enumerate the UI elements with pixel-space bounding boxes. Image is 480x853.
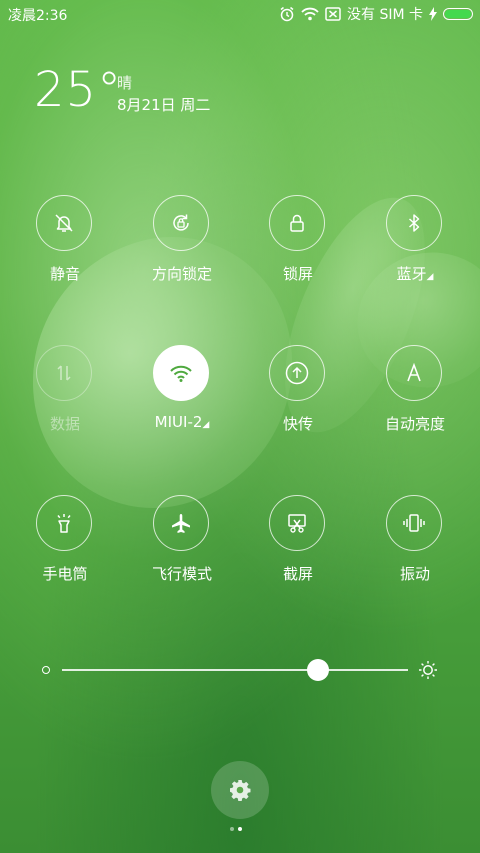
toggle-fast-transfer[interactable]: 快传 <box>243 345 353 455</box>
page-dot-active <box>238 827 242 831</box>
brightness-thumb[interactable] <box>307 659 330 681</box>
toggle-label: 振动 <box>399 565 430 583</box>
flashlight-icon <box>57 514 71 533</box>
toggle-mobile-data[interactable]: 数据 <box>10 345 120 455</box>
toggle-label: 方向锁定 <box>151 265 212 283</box>
auto-brightness-button[interactable] <box>386 345 442 401</box>
auto-brightness-icon <box>407 362 421 382</box>
toggle-lock-screen[interactable]: 锁屏 <box>243 195 353 305</box>
charging-icon <box>429 7 437 21</box>
toggle-label: 锁屏 <box>282 265 313 283</box>
fast-transfer-button[interactable] <box>269 345 325 401</box>
toggle-label: 静音 <box>49 265 80 283</box>
fast-transfer-icon <box>285 361 309 385</box>
toggle-flashlight[interactable]: 手电筒 <box>10 495 120 605</box>
airplane-mode-button[interactable] <box>153 495 209 551</box>
toggle-label: 手电筒 <box>42 565 88 583</box>
airplane-icon <box>172 514 190 533</box>
gear-icon <box>230 780 251 801</box>
settings-button[interactable] <box>211 761 269 819</box>
weather-temperature[interactable]: 25° <box>34 62 122 118</box>
screenshot-button[interactable] <box>269 495 325 551</box>
silent-toggle-button[interactable] <box>36 195 92 251</box>
toggle-rotation-lock[interactable]: 方向锁定 <box>127 195 237 305</box>
status-bar: 凌晨2:36 没有 SIM 卡 <box>0 0 480 28</box>
wifi-icon <box>170 365 192 382</box>
brightness-track[interactable] <box>62 669 408 671</box>
page-dot <box>230 827 234 831</box>
no-sim-icon <box>325 7 341 21</box>
brightness-low-icon <box>42 666 50 674</box>
toggle-label: 飞行模式 <box>151 565 212 583</box>
expand-corner-icon: ◢ <box>426 272 434 282</box>
mobile-data-icon <box>57 365 71 381</box>
status-time: 凌晨2:36 <box>8 8 68 24</box>
toggle-label: 数据 <box>49 415 80 433</box>
toggle-label: 自动亮度 <box>384 415 445 433</box>
toggle-bluetooth[interactable]: 蓝牙◢ <box>360 195 470 305</box>
toggle-airplane-mode[interactable]: 飞行模式 <box>127 495 237 605</box>
flashlight-button[interactable] <box>36 495 92 551</box>
toggle-label: 截屏 <box>282 565 313 583</box>
lock-screen-button[interactable] <box>269 195 325 251</box>
brightness-slider[interactable] <box>40 655 440 685</box>
weather-date: 8月21日 周二 <box>117 96 211 114</box>
vibrate-button[interactable] <box>386 495 442 551</box>
toggle-label: 快传 <box>282 415 313 433</box>
toggle-vibrate[interactable]: 振动 <box>360 495 470 605</box>
toggle-label: MIUI-2◢ <box>154 413 210 431</box>
page-indicator <box>230 827 242 831</box>
toggle-auto-brightness[interactable]: 自动亮度 <box>360 345 470 455</box>
no-sim-text: 没有 SIM 卡 <box>347 7 423 23</box>
alarm-icon <box>280 6 294 22</box>
wifi-status-icon <box>301 7 319 21</box>
toggle-screenshot[interactable]: 截屏 <box>243 495 353 605</box>
bluetooth-icon <box>409 214 420 232</box>
toggle-silent[interactable]: 静音 <box>10 195 120 305</box>
toggle-wifi[interactable]: MIUI-2◢ <box>127 345 237 455</box>
bluetooth-toggle-button[interactable] <box>386 195 442 251</box>
lock-icon <box>290 214 304 232</box>
expand-corner-icon: ◢ <box>202 420 210 430</box>
brightness-high-icon <box>419 661 437 679</box>
battery-icon <box>443 8 473 20</box>
wifi-toggle-button[interactable] <box>153 345 209 401</box>
bell-off-icon <box>55 214 73 232</box>
rotation-lock-toggle-button[interactable] <box>153 195 209 251</box>
mobile-data-toggle-button[interactable] <box>36 345 92 401</box>
vibrate-icon <box>403 514 425 532</box>
screenshot-icon <box>288 514 306 533</box>
toggle-label: 蓝牙◢ <box>396 265 434 283</box>
rotation-lock-icon <box>173 214 189 231</box>
weather-condition: 晴 <box>117 74 133 92</box>
status-icons: 没有 SIM 卡 <box>279 4 473 24</box>
